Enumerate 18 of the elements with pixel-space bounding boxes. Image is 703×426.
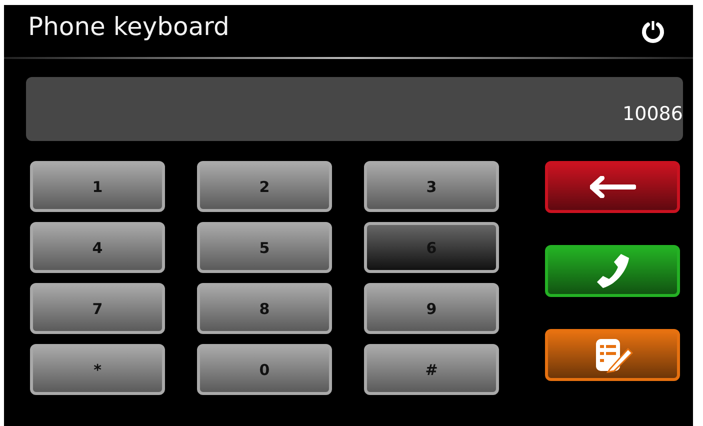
dial-key[interactable]: 0 xyxy=(197,344,332,395)
dial-key[interactable]: 2 xyxy=(197,161,332,212)
power-icon[interactable] xyxy=(641,19,665,43)
contacts-button[interactable] xyxy=(545,329,680,381)
dial-key[interactable]: 1 xyxy=(30,161,165,212)
dial-key[interactable]: 8 xyxy=(197,283,332,334)
back-arrow-icon xyxy=(590,176,636,198)
window-title: Phone keyboard xyxy=(28,12,230,40)
dial-key[interactable]: 9 xyxy=(364,283,499,334)
backspace-button[interactable] xyxy=(545,161,680,213)
dial-key[interactable]: * xyxy=(30,344,165,395)
dial-key[interactable]: 3 xyxy=(364,161,499,212)
dialed-number: 10086 xyxy=(622,103,683,125)
dial-key[interactable]: 7 xyxy=(30,283,165,334)
dial-key[interactable]: # xyxy=(364,344,499,395)
dial-key[interactable]: 4 xyxy=(30,222,165,273)
call-button[interactable] xyxy=(545,245,680,297)
dial-key[interactable]: 5 xyxy=(197,222,332,273)
